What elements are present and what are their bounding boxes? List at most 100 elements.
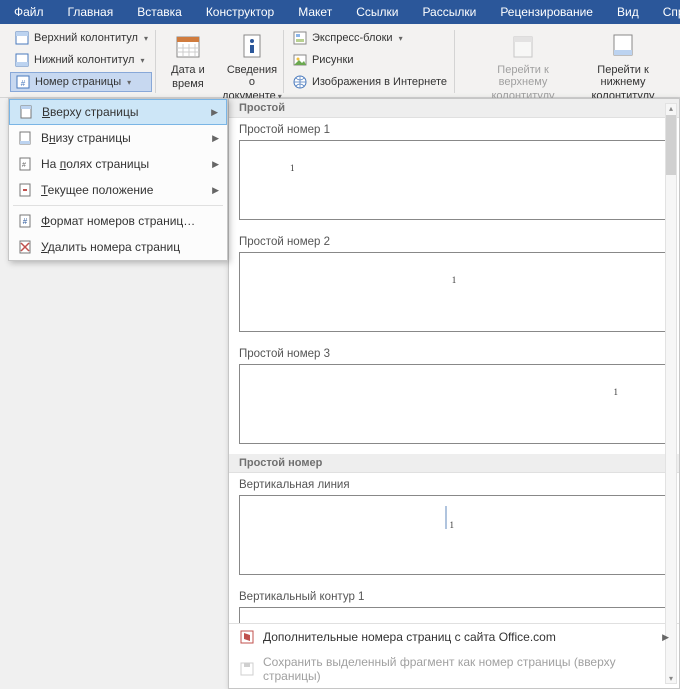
gallery-item-plain-1[interactable]: Простой номер 1 1: [229, 118, 679, 230]
submenu-arrow-icon: ▶: [211, 107, 218, 118]
date-time-label-2: время: [172, 78, 204, 90]
page-num-sample: 1: [290, 163, 295, 173]
svg-text:#: #: [22, 162, 26, 169]
save-icon: [239, 661, 255, 677]
current-position-icon: [17, 182, 33, 198]
header-icon: [14, 30, 30, 46]
gallery-item-label: Вертикальный контур 1: [239, 591, 669, 603]
svg-text:#: #: [21, 79, 26, 88]
gallery-preview: 1: [239, 607, 669, 623]
footer-button[interactable]: Нижний колонтитул ▾: [10, 50, 152, 70]
ribbon-group-blocks: Экспресс-блоки ▾ Рисунки Изображения в И…: [284, 28, 455, 97]
goto-header-label-1: Перейти к верхнему: [475, 64, 571, 88]
office-icon: [239, 629, 255, 645]
doc-info-button[interactable]: Сведения о документе▾: [224, 28, 280, 104]
gallery-item-label: Простой номер 1: [239, 124, 669, 136]
date-time-button[interactable]: Дата и время: [160, 28, 216, 92]
page-num-sample: 1: [614, 387, 619, 397]
menu-help[interactable]: Спр: [651, 2, 680, 22]
goto-footer-button[interactable]: Перейти к нижнему колонтитулу: [573, 28, 673, 104]
submenu-current-position[interactable]: Текущее положение ▶: [9, 177, 227, 203]
submenu-current-label: Текущее положение: [41, 183, 153, 197]
submenu-remove-label: Удалить номера страниц: [41, 240, 180, 254]
gallery-preview: 1: [239, 140, 669, 220]
scroll-up-icon[interactable]: ▴: [669, 104, 673, 113]
more-from-office-button[interactable]: Дополнительные номера страниц с сайта Of…: [229, 624, 679, 650]
ribbon-group-navigation: Перейти к верхнему колонтитулу Перейти к…: [469, 28, 677, 97]
menu-insert[interactable]: Вставка: [125, 2, 194, 22]
submenu-top-label: Вверху страницы: [42, 105, 138, 119]
separator: [13, 205, 223, 206]
gallery-category-plain-number: Простой номер: [229, 454, 679, 473]
dropdown-caret-icon: ▾: [140, 56, 144, 65]
goto-header-button: Перейти к верхнему колонтитулу: [473, 28, 573, 104]
online-pictures-icon: [292, 74, 308, 90]
gallery-item-plain-2[interactable]: Простой номер 2 1: [229, 230, 679, 342]
submenu-page-margins[interactable]: # На полях страницы ▶: [9, 151, 227, 177]
menu-layout[interactable]: Макет: [286, 2, 344, 22]
submenu-bottom-label: Внизу страницы: [41, 131, 131, 145]
page-number-submenu: Вверху страницы ▶ Внизу страницы ▶ # На …: [8, 98, 228, 261]
submenu-arrow-icon: ▶: [212, 185, 219, 196]
gallery-item-plain-3[interactable]: Простой номер 3 1: [229, 342, 679, 454]
scroll-thumb[interactable]: [666, 115, 676, 175]
doc-info-label-1: Сведения о: [226, 64, 278, 88]
gallery-item-label: Вертикальная линия: [239, 479, 669, 491]
submenu-top-of-page[interactable]: Вверху страницы ▶: [9, 99, 227, 125]
submenu-remove-page-numbers[interactable]: Удалить номера страниц: [9, 234, 227, 260]
menu-home[interactable]: Главная: [56, 2, 126, 22]
gallery-item-label: Простой номер 3: [239, 348, 669, 360]
quick-parts-button[interactable]: Экспресс-блоки ▾: [288, 28, 451, 48]
format-icon: #: [17, 213, 33, 229]
footer-icon: [14, 52, 30, 68]
submenu-arrow-icon: ▶: [212, 133, 219, 144]
menubar: Файл Главная Вставка Конструктор Макет С…: [0, 0, 680, 24]
page-num-sample: 1: [449, 520, 454, 530]
more-label: Дополнительные номера страниц с сайта Of…: [263, 630, 556, 644]
gallery-preview: 1: [239, 495, 669, 575]
save-selection-button: Сохранить выделенный фрагмент как номер …: [229, 650, 679, 688]
goto-footer-icon: [607, 30, 639, 62]
gallery-scroll[interactable]: Простой Простой номер 1 1 Простой номер …: [229, 99, 679, 623]
footer-label: Нижний колонтитул: [34, 54, 134, 66]
pictures-label: Рисунки: [312, 54, 354, 66]
submenu-format-page-numbers[interactable]: # Формат номеров страниц…: [9, 208, 227, 234]
goto-footer-label-1: Перейти к нижнему: [575, 64, 671, 88]
menu-file[interactable]: Файл: [2, 2, 56, 22]
goto-header-icon: [507, 30, 539, 62]
header-label: Верхний колонтитул: [34, 32, 138, 44]
quick-parts-label: Экспресс-блоки: [312, 32, 393, 44]
menu-design[interactable]: Конструктор: [194, 2, 286, 22]
calendar-icon: [172, 30, 204, 62]
submenu-arrow-icon: ▶: [662, 632, 669, 643]
menu-view[interactable]: Вид: [605, 2, 651, 22]
submenu-margins-label: На полях страницы: [41, 157, 149, 171]
ribbon-group-header-footer: Верхний колонтитул ▾ Нижний колонтитул ▾…: [6, 28, 156, 97]
page-top-icon: [18, 104, 34, 120]
gallery-scrollbar[interactable]: ▴ ▾: [665, 103, 677, 684]
gallery-category-simple: Простой: [229, 99, 679, 118]
dropdown-caret-icon: ▾: [127, 78, 131, 87]
menu-mailings[interactable]: Рассылки: [410, 2, 488, 22]
online-pictures-button[interactable]: Изображения в Интернете: [288, 72, 451, 92]
submenu-arrow-icon: ▶: [212, 159, 219, 170]
svg-text:#: #: [23, 217, 28, 226]
page-margins-icon: #: [17, 156, 33, 172]
page-number-gallery: Простой Простой номер 1 1 Простой номер …: [228, 98, 680, 689]
header-button[interactable]: Верхний колонтитул ▾: [10, 28, 152, 48]
page-number-icon: #: [15, 74, 31, 90]
ribbon: Верхний колонтитул ▾ Нижний колонтитул ▾…: [0, 24, 680, 98]
picture-icon: [292, 52, 308, 68]
menu-references[interactable]: Ссылки: [344, 2, 410, 22]
gallery-item-vertical-outline-1[interactable]: Вертикальный контур 1 1: [229, 585, 679, 623]
remove-icon: [17, 239, 33, 255]
ribbon-group-datetime: Дата и время: [156, 28, 220, 97]
page-num-sample: 1: [452, 275, 457, 285]
menu-review[interactable]: Рецензирование: [488, 2, 605, 22]
pictures-button[interactable]: Рисунки: [288, 50, 451, 70]
submenu-format-label: Формат номеров страниц…: [41, 214, 195, 228]
date-time-label-1: Дата и: [171, 64, 205, 76]
page-number-button[interactable]: # Номер страницы ▾: [10, 72, 152, 92]
submenu-bottom-of-page[interactable]: Внизу страницы ▶: [9, 125, 227, 151]
gallery-item-vertical-line[interactable]: Вертикальная линия 1: [229, 473, 679, 585]
